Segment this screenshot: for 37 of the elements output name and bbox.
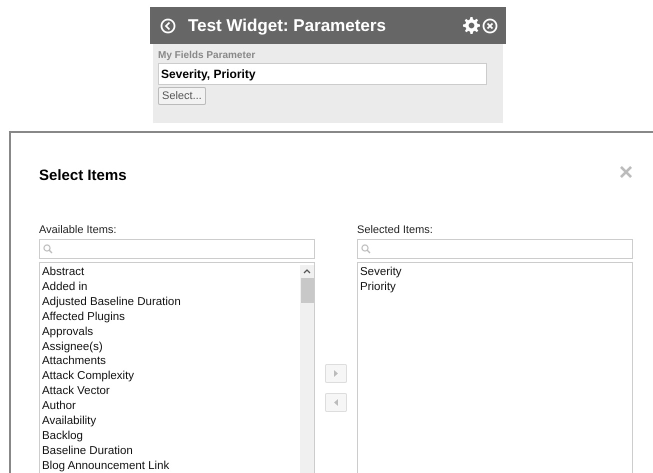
dialog-title: Select Items — [39, 167, 127, 184]
move-left-button[interactable] — [325, 393, 347, 412]
list-item[interactable]: Assignee(s) — [42, 340, 300, 354]
caret-up-icon — [303, 268, 311, 274]
list-item[interactable]: Baseline Duration — [42, 444, 300, 459]
list-label: Available Items: — [39, 224, 118, 236]
field-label: My Fields Parameter — [158, 50, 256, 61]
search-icon — [361, 244, 371, 254]
list-item[interactable]: Added in — [42, 280, 300, 295]
search-field[interactable] — [357, 239, 633, 259]
widget-title: Test Widget: Parameters — [188, 16, 387, 36]
list-item[interactable]: Approvals — [42, 324, 300, 340]
caret-left-icon — [334, 399, 338, 406]
search-icon — [43, 244, 53, 254]
list-item[interactable]: Affected Plugins — [42, 310, 300, 325]
input-field[interactable]: Severity, Priority — [158, 63, 487, 85]
back-icon[interactable] — [160, 18, 176, 34]
select-button[interactable]: Select... — [158, 87, 206, 105]
list-item[interactable]: Attack Vector — [42, 384, 300, 400]
list-item[interactable]: Author — [42, 399, 300, 414]
move-right-button[interactable] — [325, 364, 347, 383]
list-item[interactable]: Blog Announcement Link — [42, 458, 300, 473]
scrollbar[interactable] — [300, 265, 314, 473]
caret-right-icon — [334, 370, 338, 377]
list-label: Selected Items: — [357, 224, 434, 236]
list-item[interactable]: Abstract — [42, 265, 300, 280]
list-item[interactable]: Severity — [360, 265, 632, 280]
search-field[interactable] — [39, 239, 315, 259]
settings-icon[interactable] — [463, 17, 480, 34]
list-item[interactable]: Backlog — [42, 428, 300, 444]
list-item[interactable]: Availability — [42, 414, 300, 429]
close-icon[interactable] — [482, 18, 498, 34]
list-item[interactable]: Adjusted Baseline Duration — [42, 294, 300, 310]
list-item[interactable]: Attachments — [42, 354, 300, 370]
list-item[interactable]: Priority — [360, 280, 632, 295]
list-item[interactable]: Attack Complexity — [42, 369, 300, 384]
scrollbar-thumb[interactable] — [300, 278, 314, 303]
